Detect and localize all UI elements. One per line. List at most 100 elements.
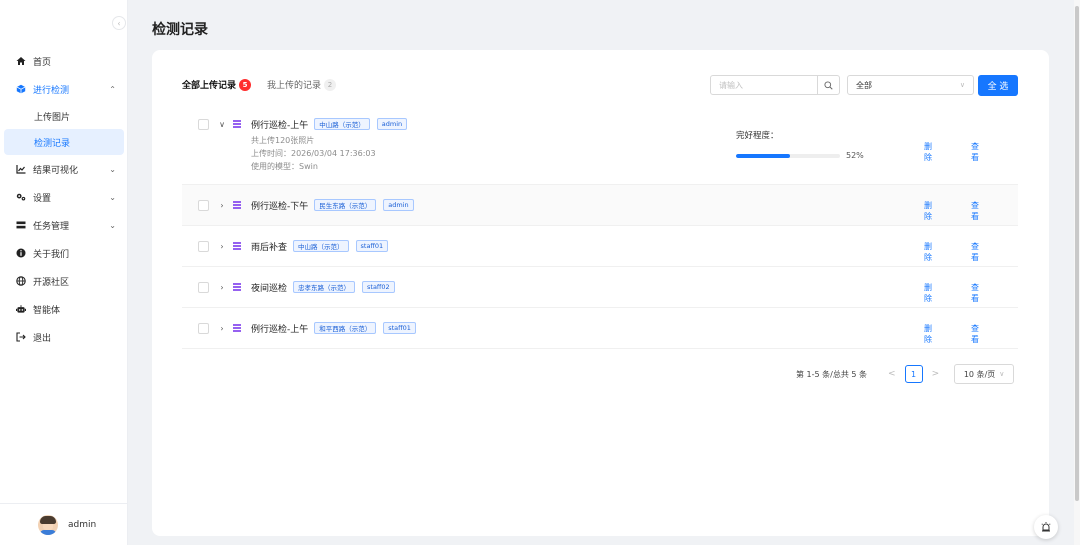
record-row: › 例行巡检-下午 民生东路（示范） admin 删除 查看 — [182, 185, 1018, 226]
sidebar-item-settings[interactable]: 设置 ⌄ — [0, 183, 128, 211]
record-title: 雨后补查 — [251, 242, 288, 253]
sidebar-item-visualization[interactable]: 结果可视化 ⌄ — [0, 155, 128, 183]
records-list: ∨ 例行巡检-上午 中山路（示范） admin 共上传120张照片 上传时间：2… — [182, 104, 1018, 349]
row-checkbox[interactable] — [198, 199, 209, 211]
sidebar-item-label: 结果可视化 — [33, 165, 79, 176]
record-row: ∨ 例行巡检-上午 中山路（示范） admin 共上传120张照片 上传时间：2… — [182, 104, 1018, 185]
sidebar-item-label: 首页 — [33, 57, 52, 68]
delete-link[interactable]: 删除 — [924, 200, 933, 222]
sidebar-item-label: 开源社区 — [33, 277, 70, 288]
user-profile[interactable]: admin — [0, 503, 128, 545]
search-input[interactable] — [711, 76, 817, 94]
chevron-down-icon[interactable]: ∨ — [218, 120, 226, 129]
robot-icon — [16, 304, 26, 314]
upload-time: 上传时间：2026/03/04 17:36:03 — [251, 149, 376, 158]
record-details: 共上传120张照片 上传时间：2026/03/04 17:36:03 使用的模型… — [251, 134, 376, 173]
record-title: 例行巡检-上午 — [251, 120, 309, 131]
chevron-down-icon: ∨ — [999, 370, 1005, 378]
logout-icon — [16, 332, 26, 342]
row-checkbox[interactable] — [198, 281, 209, 293]
delete-link[interactable]: 删除 — [924, 282, 933, 304]
sidebar-item-label: 设置 — [33, 193, 52, 204]
tab-my-records[interactable]: 我上传的记录 2 — [267, 78, 337, 91]
progress-percent: 52% — [846, 151, 864, 160]
page-size-select[interactable]: 10 条/页 ∨ — [954, 364, 1015, 384]
filter-select[interactable]: 全部 ∨ — [847, 75, 974, 95]
progress-fill — [736, 153, 791, 158]
chevron-right-icon[interactable]: › — [218, 324, 226, 333]
sidebar-item-detect[interactable]: 进行检测 ⌃ — [0, 75, 128, 103]
globe-icon — [16, 276, 26, 286]
sidebar: ‹ 首页 进行检测 ⌃ 上传图片 检测记录 结果可视化 ⌄ 设置 ⌄ 任务管理 … — [0, 0, 128, 545]
pagination-total: 第 1-5 条/总共 5 条 — [796, 369, 868, 379]
view-link[interactable]: 查看 — [971, 141, 980, 163]
list-icon — [232, 119, 242, 129]
chevron-left-icon[interactable]: ‹ — [112, 16, 126, 30]
progress-track — [736, 153, 840, 158]
tab-label: 全部上传记录 — [182, 81, 237, 91]
box-icon — [16, 84, 26, 94]
filter-value: 全部 — [856, 80, 872, 90]
sidebar-menu: 首页 进行检测 ⌃ 上传图片 检测记录 结果可视化 ⌄ 设置 ⌄ 任务管理 ⌄ … — [0, 47, 128, 351]
sidebar-item-about[interactable]: 关于我们 — [0, 239, 128, 267]
info-icon — [16, 248, 26, 258]
row-checkbox[interactable] — [198, 118, 209, 130]
chevron-down-icon: ⌄ — [109, 220, 116, 230]
user-tag: admin — [376, 118, 408, 130]
tab-label: 我上传的记录 — [267, 81, 322, 91]
tasks-icon — [16, 220, 26, 230]
delete-link[interactable]: 删除 — [924, 241, 933, 263]
delete-link[interactable]: 删除 — [924, 141, 933, 163]
view-link[interactable]: 查看 — [971, 323, 980, 345]
scrollbar-thumb[interactable] — [1075, 6, 1079, 501]
view-link[interactable]: 查看 — [971, 241, 980, 263]
page-size-value: 10 条/页 — [963, 369, 996, 379]
chevron-right-icon[interactable]: › — [218, 201, 226, 210]
sidebar-subitem-upload[interactable]: 上传图片 — [0, 103, 128, 129]
location-tag: 忠孝东路（示范） — [293, 281, 356, 293]
view-link[interactable]: 查看 — [971, 200, 980, 222]
alarm-icon[interactable] — [1034, 515, 1058, 539]
sidebar-item-agent[interactable]: 智能体 — [0, 295, 128, 323]
pagination: 第 1-5 条/总共 5 条 < 1 > 10 条/页 ∨ — [796, 364, 1015, 384]
search-icon[interactable] — [817, 76, 839, 94]
sidebar-item-home[interactable]: 首页 — [0, 47, 128, 75]
model-used: 使用的模型：Swin — [251, 162, 318, 171]
location-tag: 民生东路（示范） — [314, 199, 377, 211]
sidebar-item-community[interactable]: 开源社区 — [0, 267, 128, 295]
sidebar-subitem-records[interactable]: 检测记录 — [4, 129, 124, 155]
record-row: › 例行巡检-上午 和平西路（示范） staff01 删除 查看 — [182, 308, 1018, 349]
sidebar-item-tasks[interactable]: 任务管理 ⌄ — [0, 211, 128, 239]
page-number-button[interactable]: 1 — [904, 365, 923, 383]
user-name: admin — [68, 519, 97, 530]
list-icon — [232, 282, 242, 292]
list-icon — [232, 200, 242, 210]
avatar — [38, 514, 58, 535]
chevron-down-icon: ∨ — [959, 81, 965, 89]
list-icon — [232, 241, 242, 251]
gears-icon — [16, 192, 26, 202]
chevron-up-icon: ⌃ — [109, 84, 116, 94]
location-tag: 和平西路（示范） — [314, 322, 377, 334]
next-page-icon[interactable]: > — [932, 369, 940, 379]
chevron-right-icon[interactable]: › — [218, 242, 226, 251]
delete-link[interactable]: 删除 — [924, 323, 933, 345]
row-checkbox[interactable] — [198, 240, 209, 252]
sidebar-item-logout[interactable]: 退出 — [0, 323, 128, 351]
tab-all-records[interactable]: 全部上传记录 5 — [182, 78, 252, 91]
chevron-down-icon: ⌄ — [109, 192, 116, 202]
user-tag: staff01 — [355, 240, 389, 252]
chevron-right-icon[interactable]: › — [218, 283, 226, 292]
user-tag: staff01 — [383, 322, 416, 334]
view-link[interactable]: 查看 — [971, 282, 980, 304]
sidebar-item-label: 进行检测 — [33, 85, 70, 96]
page-title: 检测记录 — [152, 22, 208, 38]
record-title: 夜间巡检 — [251, 283, 288, 294]
record-title: 例行巡检-上午 — [251, 324, 309, 335]
count-badge: 2 — [324, 78, 337, 91]
photo-count: 共上传120张照片 — [251, 136, 315, 145]
prev-page-icon[interactable]: < — [888, 369, 896, 379]
row-checkbox[interactable] — [198, 322, 209, 334]
select-all-button[interactable]: 全 选 — [978, 75, 1018, 96]
record-row: › 雨后补查 中山路（示范） staff01 删除 查看 — [182, 226, 1018, 267]
